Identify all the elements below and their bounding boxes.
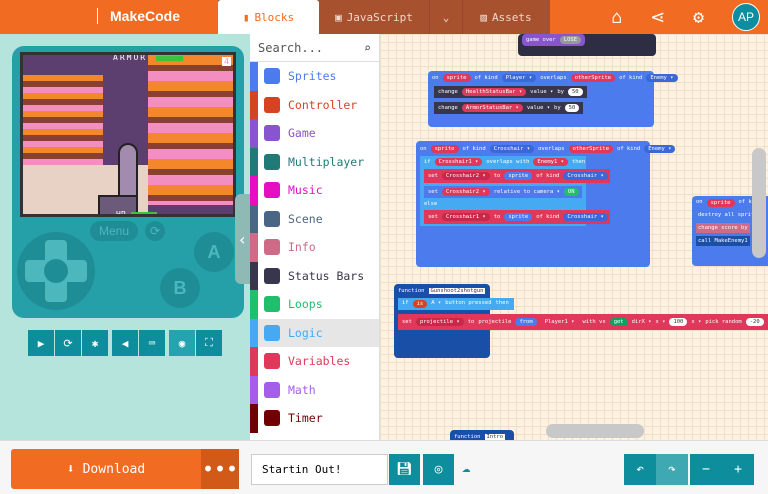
category-logic[interactable]: Logic <box>250 318 379 347</box>
debug-button[interactable]: ✱ <box>82 330 108 356</box>
share-icon[interactable]: ⋖ <box>650 7 665 28</box>
collapse-simulator-button[interactable]: ‹ <box>235 194 250 284</box>
game-over-block[interactable]: game over LOSE <box>522 34 586 46</box>
score-display: 4 <box>222 57 231 66</box>
chevron-down-icon: ⌄ <box>442 10 450 24</box>
category-multiplayer[interactable]: Multiplayer <box>250 147 379 176</box>
category-music[interactable]: Music <box>250 176 379 205</box>
category-icon <box>264 353 280 370</box>
fullscreen-button[interactable]: ⛶ <box>196 330 222 356</box>
zoom-out-button[interactable]: − <box>690 454 722 485</box>
category-controller[interactable]: Controller <box>250 90 379 119</box>
function-intro-block[interactable]: function Intro <box>450 430 514 440</box>
restart-button[interactable]: ⟳ <box>55 330 81 356</box>
category-icon <box>264 68 280 85</box>
function-gunshoot-block[interactable]: function Gunshoot2shotgun if is A ▾ button p… <box>394 284 768 358</box>
category-icon <box>264 96 280 113</box>
github-button[interactable]: ◎ <box>423 454 454 485</box>
category-icon <box>264 125 280 142</box>
category-variables[interactable]: Variables <box>250 347 379 376</box>
a-button[interactable]: A <box>194 232 234 272</box>
image-icon: ▨ <box>480 10 487 24</box>
blocks-workspace[interactable]: game over LOSE on sprite of kind Player ▾ ove… <box>380 34 768 440</box>
zoom-in-button[interactable]: + <box>722 454 754 485</box>
category-sprites[interactable]: Sprites <box>250 62 379 91</box>
simulator-panel: ARMOR 4 HP Menu ⟳ A B ‹ ▶ ⟳ ✱ ◀ ⌨ ◉ ⛶ <box>0 34 250 440</box>
category-status-bars[interactable]: Status Bars <box>250 261 379 290</box>
tab-assets[interactable]: ▨ Assets <box>463 0 549 34</box>
brand-logo[interactable]: MakeCode <box>97 8 180 24</box>
bottom-bar: ⬇ Download ••• Startin Out! 💾︎ ◎ ☁ ↶ ↷ − … <box>0 440 768 494</box>
puzzle-icon: ▮ <box>242 10 250 24</box>
category-icon <box>264 267 280 284</box>
search-input[interactable]: Search... ⌕ <box>250 34 379 62</box>
category-icon <box>264 324 280 341</box>
project-name-input[interactable]: Startin Out! <box>251 454 388 485</box>
armor-label: ARMOR <box>113 53 148 62</box>
game-device: ARMOR 4 HP Menu ⟳ A B <box>12 46 244 318</box>
category-icon <box>264 296 280 313</box>
category-icon <box>264 182 280 199</box>
toolbox: Search... ⌕ Sprites Controller Game Multipla… <box>250 34 380 440</box>
hp-bar <box>131 212 157 214</box>
category-math[interactable]: Math <box>250 375 379 404</box>
search-icon: ⌕ <box>363 40 371 55</box>
horizontal-scrollbar[interactable] <box>546 424 644 438</box>
gear-icon[interactable]: ⚙ <box>693 7 704 28</box>
category-icon <box>264 381 280 398</box>
armor-bar <box>156 56 183 61</box>
play-button[interactable]: ▶ <box>28 330 54 356</box>
menu-button[interactable]: Menu <box>90 221 138 241</box>
category-icon <box>264 210 280 227</box>
download-icon: ⬇ <box>66 461 75 477</box>
save-button[interactable]: 💾︎ <box>389 454 420 485</box>
block-stack-top[interactable]: game over LOSE <box>518 34 656 56</box>
redo-button[interactable]: ↷ <box>656 454 688 485</box>
keyboard-button[interactable]: ⌨ <box>139 330 165 356</box>
category-scene[interactable]: Scene <box>250 204 379 233</box>
hp-label: HP <box>116 210 126 217</box>
category-icon <box>264 239 280 256</box>
header: MakeCode ▮ Blocks ▣ JavaScript ⌄ ▨ Assets ⌂… <box>0 0 768 34</box>
on-overlap-crosshair-enemy-block[interactable]: on sprite of kind Crosshair ▾ overlaps otherS… <box>416 141 676 267</box>
on-overlap-player-enemy-block[interactable]: on sprite of kind Player ▾ overlaps otherSpri… <box>428 71 678 127</box>
undo-button[interactable]: ↶ <box>624 454 656 485</box>
language-dropdown[interactable]: ⌄ <box>429 0 463 34</box>
game-screen[interactable]: ARMOR 4 HP <box>20 52 236 217</box>
mute-button[interactable]: ◀ <box>112 330 138 356</box>
avatar[interactable]: AP <box>732 3 760 31</box>
js-icon: ▣ <box>335 10 342 24</box>
restart-small-icon[interactable]: ⟳ <box>145 221 165 241</box>
screenshot-button[interactable]: ◉ <box>169 330 195 356</box>
category-icon <box>264 410 280 427</box>
tab-blocks[interactable]: ▮ Blocks <box>218 0 319 34</box>
tab-javascript[interactable]: ▣ JavaScript <box>319 0 429 34</box>
more-options-button[interactable]: ••• <box>201 449 239 489</box>
category-info[interactable]: Info <box>250 233 379 262</box>
vertical-scrollbar[interactable] <box>752 148 766 258</box>
category-game[interactable]: Game <box>250 119 379 148</box>
b-button[interactable]: B <box>160 268 200 308</box>
download-button[interactable]: ⬇ Download <box>11 449 201 489</box>
dpad[interactable] <box>17 232 95 310</box>
category-timer[interactable]: Timer <box>250 404 379 433</box>
editor-tabs: ▮ Blocks ▣ JavaScript ⌄ ▨ Assets <box>218 0 550 34</box>
category-icon <box>264 153 280 170</box>
home-icon[interactable]: ⌂ <box>611 7 622 28</box>
category-loops[interactable]: Loops <box>250 290 379 319</box>
cloud-saved-icon: ☁ <box>462 460 471 476</box>
